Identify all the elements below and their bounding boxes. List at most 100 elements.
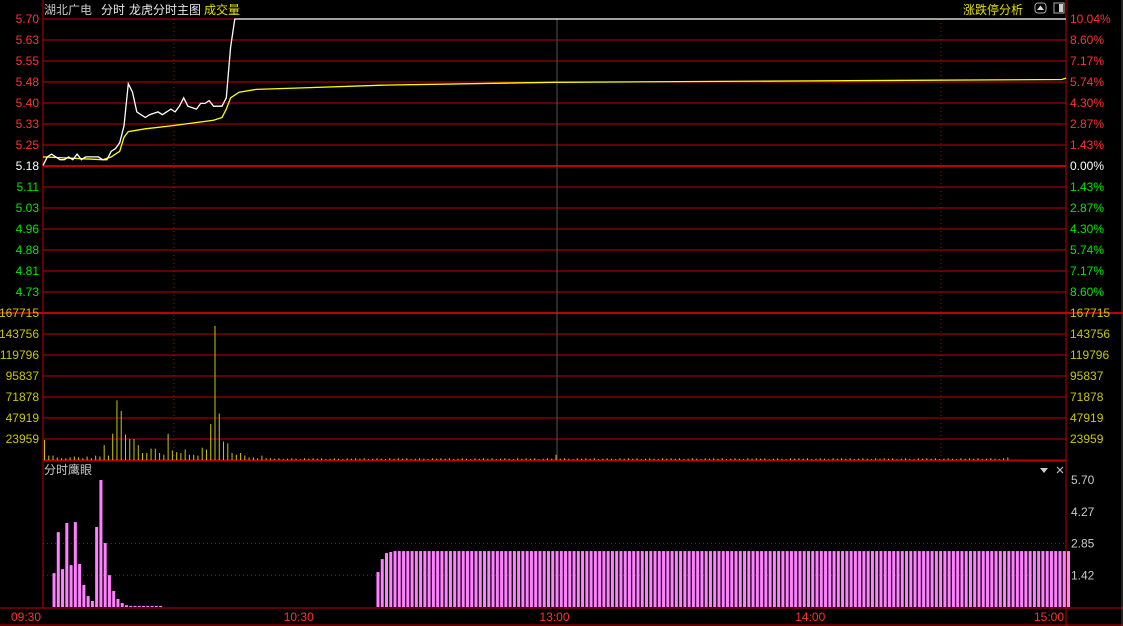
- limit-analysis-button[interactable]: 涨跌停分析: [963, 2, 1023, 17]
- indicator-bar: [474, 551, 478, 607]
- indicator-bar: [862, 551, 866, 607]
- indicator-bar: [478, 551, 482, 607]
- indicator-bar: [1054, 551, 1058, 607]
- volume-tick-label-right: 71878: [1070, 390, 1104, 404]
- indicator-bar: [414, 551, 418, 607]
- price-line: [42, 18, 1066, 166]
- indicator-bar: [922, 551, 926, 607]
- percent-tick-label: 4.30%: [1070, 96, 1104, 110]
- percent-tick-label: 8.60%: [1070, 285, 1104, 299]
- indicator-bar: [760, 551, 764, 607]
- indicator-bar: [137, 605, 141, 607]
- indicator-bar: [521, 551, 525, 607]
- volume-tick-label: 23959: [6, 432, 40, 446]
- indicator-bar: [461, 551, 465, 607]
- indicator-bar: [691, 551, 695, 607]
- percent-tick-label: 5.74%: [1070, 243, 1104, 257]
- dropdown-icon[interactable]: [1040, 468, 1048, 473]
- volume-tick-label-right: 143756: [1070, 327, 1110, 341]
- indicator-bar: [696, 551, 700, 607]
- volume-tick-label: 167715: [0, 306, 39, 320]
- indicator-bar: [146, 605, 150, 607]
- indicator-bar: [508, 551, 512, 607]
- indicator-bar: [657, 551, 661, 607]
- indicator-bar: [551, 551, 555, 607]
- indicator-bar: [836, 551, 840, 607]
- indicator-bar: [500, 551, 504, 607]
- indicator-bar: [86, 596, 90, 607]
- indicator-bar: [662, 551, 666, 607]
- indicator-bar: [406, 551, 410, 607]
- indicator-bar: [465, 551, 469, 607]
- indicator-bar: [542, 551, 546, 607]
- indicator-bar: [802, 551, 806, 607]
- indicator-bar: [973, 551, 977, 607]
- mode-tab[interactable]: 分时: [101, 3, 125, 17]
- indicator-bar: [103, 543, 107, 607]
- indicator-bar: [124, 605, 128, 607]
- price-tick-label: 5.03: [16, 201, 40, 215]
- indicator-tick-label: 4.27: [1071, 505, 1095, 519]
- indicator-bar: [525, 551, 529, 607]
- indicator-bar: [116, 598, 120, 607]
- indicator-bar: [870, 551, 874, 607]
- volume-tick-label-right: 23959: [1070, 432, 1104, 446]
- indicator-bar: [402, 551, 406, 607]
- indicator-bar: [768, 551, 772, 607]
- price-tick-label: 5.11: [17, 180, 40, 194]
- expand-icon[interactable]: [1034, 2, 1047, 14]
- percent-tick-label: 4.30%: [1070, 222, 1104, 236]
- indicator-bar: [789, 551, 793, 607]
- indicator-bar: [968, 551, 972, 607]
- indicator-bar: [1067, 551, 1070, 607]
- indicator-bar: [610, 551, 614, 607]
- time-tick-label: 09:30: [11, 610, 41, 624]
- indicator-bar: [679, 551, 683, 607]
- indicator-bar: [1028, 551, 1032, 607]
- indicator-bar: [726, 551, 729, 607]
- indicator-bar: [581, 551, 585, 607]
- indicator-bar: [708, 551, 712, 607]
- indicator-bar: [470, 551, 474, 607]
- indicator-bar: [107, 575, 111, 607]
- indicator-bar: [568, 551, 572, 607]
- indicator-bar: [704, 551, 708, 607]
- time-tick-label: 14:00: [795, 610, 825, 624]
- indicator-bar: [1032, 551, 1036, 607]
- indicator-bar: [939, 551, 943, 607]
- indicator-bar: [397, 551, 401, 607]
- indicator-bar: [150, 605, 154, 607]
- indicator-bar: [824, 551, 828, 607]
- indicator-bar: [640, 551, 644, 607]
- indicator-bar: [431, 551, 435, 607]
- indicator-bar: [512, 551, 516, 607]
- indicator-bar: [917, 551, 921, 607]
- indicator-bar: [73, 522, 77, 607]
- indicator-bar: [593, 551, 597, 607]
- panel-toggle-icon[interactable]: [1053, 2, 1065, 14]
- indicator-bar: [65, 523, 69, 607]
- indicator-bar: [423, 551, 427, 607]
- time-tick-label: 10:30: [284, 610, 314, 624]
- indicator-bar: [1049, 551, 1053, 607]
- indicator-bar: [883, 551, 887, 607]
- indicator-bar: [559, 551, 563, 607]
- indicator-bar: [529, 551, 533, 607]
- indicator-bar: [546, 551, 550, 607]
- indicator-bar: [990, 551, 994, 607]
- close-icon[interactable]: [1056, 466, 1064, 474]
- indicator-bar: [436, 551, 440, 607]
- indicator-bar: [947, 551, 951, 607]
- indicator-bar: [649, 551, 653, 607]
- axis-labels: 5.70 10.04% 5.63 8.60% 5.55 7.17% 5.48 5.74% 5.4…: [0, 12, 1111, 624]
- indicator-bar: [487, 551, 491, 607]
- indicator-bar: [713, 551, 717, 607]
- volume-label[interactable]: 成交量: [204, 2, 240, 17]
- indicator-bar: [819, 551, 823, 607]
- indicator-bar: [534, 551, 538, 607]
- main-chart-selector[interactable]: 龙虎分时主图: [129, 3, 201, 17]
- volume-tick-label-right: 47919: [1070, 411, 1104, 425]
- indicator-bar: [734, 551, 738, 607]
- price-tick-label: 4.81: [16, 264, 40, 278]
- indicator-bar: [453, 551, 457, 607]
